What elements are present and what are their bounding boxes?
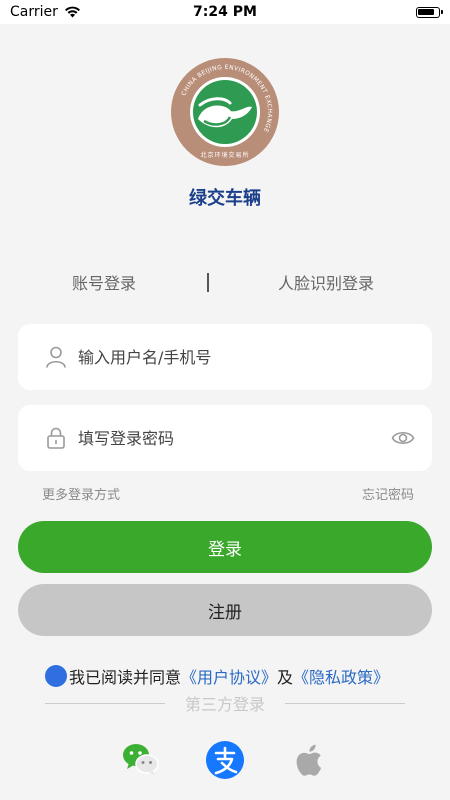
username-field[interactable] — [18, 324, 432, 390]
username-input[interactable] — [78, 342, 378, 372]
lock-icon — [47, 427, 65, 449]
password-field[interactable] — [18, 405, 432, 471]
carrier-label: Carrier — [10, 4, 58, 20]
status-left: Carrier — [10, 4, 81, 20]
agreement-and: 及 — [277, 668, 294, 687]
more-login-methods-link[interactable]: 更多登录方式 — [42, 484, 120, 503]
agreement-prefix: 我已阅读并同意 — [69, 668, 182, 687]
forgot-password-link[interactable]: 忘记密码 — [362, 484, 414, 503]
tab-face-login[interactable]: 人脸识别登录 — [278, 270, 374, 294]
wifi-icon — [64, 6, 80, 18]
alipay-icon[interactable] — [205, 740, 245, 780]
status-bar: Carrier 7:24 PM — [0, 0, 450, 24]
privacy-policy-link[interactable]: 《隐私政策》 — [293, 664, 389, 688]
wechat-icon[interactable] — [121, 740, 161, 780]
agreement-row: 我已阅读并同意 《用户协议》 及 《隐私政策》 — [45, 664, 389, 688]
third-party-divider-right — [285, 703, 405, 704]
user-icon — [46, 346, 66, 368]
login-button[interactable]: 登录 — [18, 521, 432, 573]
tab-account-login[interactable]: 账号登录 — [72, 270, 136, 294]
password-input[interactable] — [78, 423, 378, 453]
eye-icon[interactable] — [391, 427, 415, 449]
app-name: 绿交车辆 — [189, 188, 261, 209]
third-party-header: 第三方登录 — [0, 691, 450, 715]
login-tabs: 账号登录 人脸识别登录 — [0, 270, 450, 296]
register-button[interactable]: 注册 — [18, 584, 432, 636]
apple-icon[interactable] — [290, 740, 330, 780]
logo-emblem: CHINA BEIJING ENVIRONMENT EXCHANGE 北京环境交… — [171, 58, 279, 166]
agree-checkbox[interactable] — [45, 665, 67, 687]
logo-inner-text: 北京环境交易所 — [200, 151, 249, 159]
logo: CHINA BEIJING ENVIRONMENT EXCHANGE 北京环境交… — [170, 57, 280, 167]
battery-icon — [416, 6, 443, 18]
user-agreement-link[interactable]: 《用户协议》 — [181, 664, 277, 688]
tab-divider — [207, 273, 209, 292]
